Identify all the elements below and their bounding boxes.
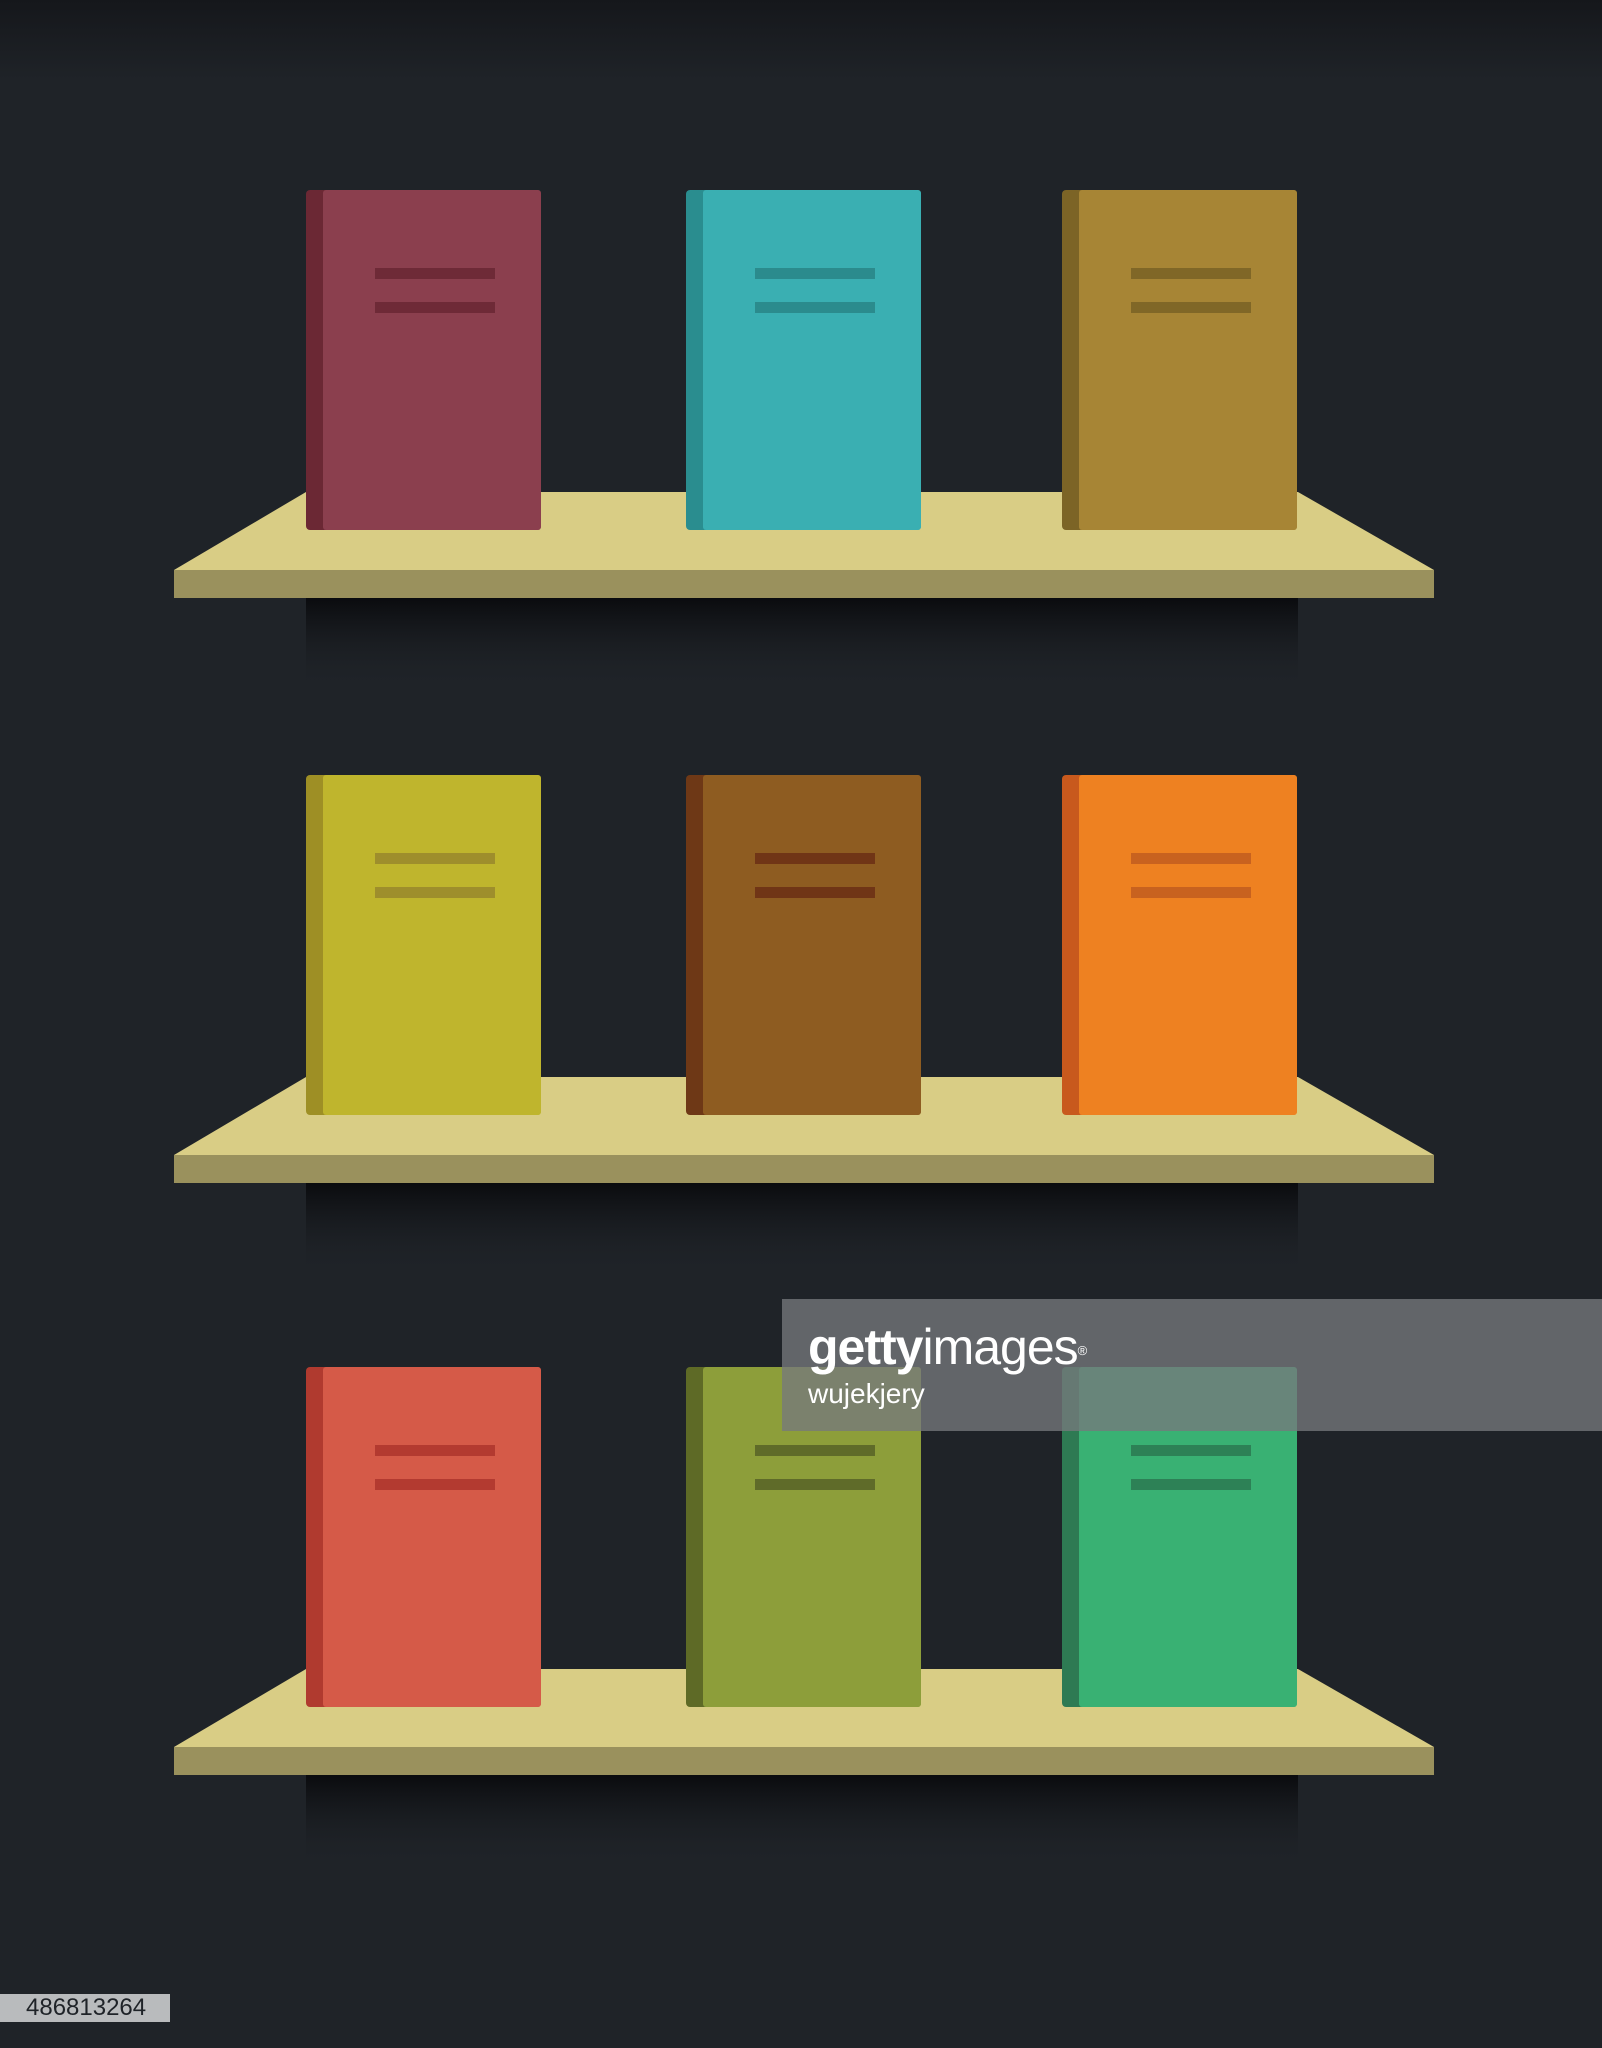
- shelf-2: [174, 775, 1434, 1275]
- book: [306, 1367, 541, 1707]
- book-cover: [703, 775, 921, 1115]
- book-cover: [323, 775, 541, 1115]
- book: [686, 190, 921, 530]
- book: [306, 775, 541, 1115]
- watermark-banner: gettyimages® wujekjery: [782, 1299, 1602, 1431]
- shelf-shadow: [306, 1775, 1298, 1867]
- book-title-line: [755, 853, 875, 864]
- getty-images-logo: gettyimages®: [808, 1317, 1088, 1377]
- book-title-line: [375, 887, 495, 898]
- book-title-line: [755, 302, 875, 313]
- contributor-credit: wujekjery: [808, 1378, 925, 1409]
- book-cover: [1079, 190, 1297, 530]
- shelf-shadow: [306, 1183, 1298, 1275]
- shelf-shadow: [306, 598, 1298, 690]
- book-title-line: [375, 853, 495, 864]
- book-title-line: [755, 887, 875, 898]
- shelf-front-edge: [174, 570, 1434, 598]
- logo-bold-text: getty: [808, 1319, 923, 1375]
- book: [1062, 775, 1297, 1115]
- registered-mark: ®: [1077, 1343, 1088, 1358]
- book-title-line: [375, 1445, 495, 1456]
- book-cover: [323, 190, 541, 530]
- logo-regular-text: images: [922, 1319, 1078, 1375]
- image-id-label: 486813264: [0, 1994, 170, 2022]
- book: [1062, 190, 1297, 530]
- book-title-line: [375, 1479, 495, 1490]
- shelf-front-edge: [174, 1747, 1434, 1775]
- bookshelf-scene: [174, 190, 1434, 1867]
- book-title-line: [375, 302, 495, 313]
- book-title-line: [1131, 1445, 1251, 1456]
- book: [686, 775, 921, 1115]
- book-title-line: [755, 1445, 875, 1456]
- book-title-line: [1131, 1479, 1251, 1490]
- shelf-front-edge: [174, 1155, 1434, 1183]
- book-cover: [1079, 775, 1297, 1115]
- book-title-line: [1131, 887, 1251, 898]
- book-title-line: [1131, 853, 1251, 864]
- book-title-line: [1131, 268, 1251, 279]
- book-title-line: [1131, 302, 1251, 313]
- book: [306, 190, 541, 530]
- book-title-line: [755, 1479, 875, 1490]
- illustration-canvas: gettyimages® wujekjery 486813264: [0, 0, 1602, 2048]
- book-title-line: [755, 268, 875, 279]
- book-cover: [323, 1367, 541, 1707]
- shelf-1: [174, 190, 1434, 690]
- book-cover: [703, 190, 921, 530]
- shelf-3: [174, 1367, 1434, 1867]
- book-title-line: [375, 268, 495, 279]
